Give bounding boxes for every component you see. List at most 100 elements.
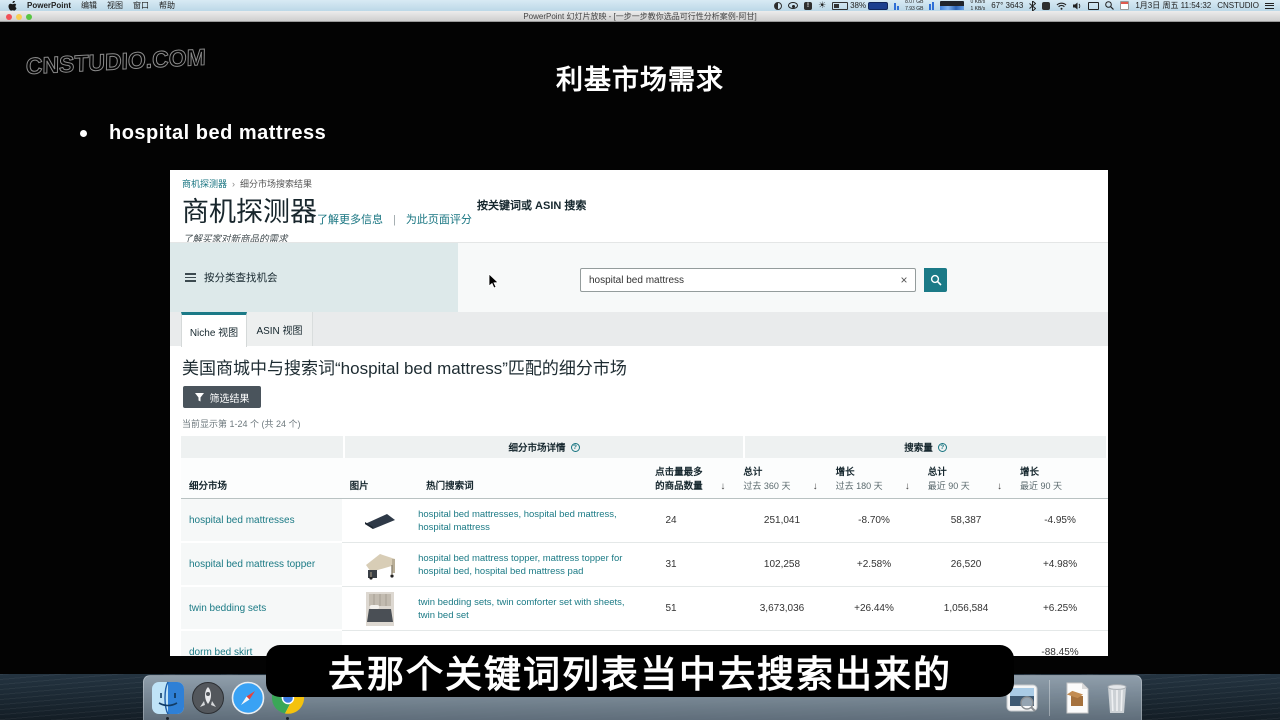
- eye-status-icon[interactable]: [788, 2, 798, 9]
- menu-app-name[interactable]: PowerPoint: [27, 1, 71, 10]
- weather-status[interactable]: 67° 3643: [991, 1, 1023, 10]
- window-title: PowerPoint 幻灯片放映 - [一步一步教你选品可行性分析案例-阿甘]: [523, 11, 756, 22]
- opportunity-explorer-screenshot: 商机探测器›细分市场搜索结果 商机探测器 了解更多信息|为此页面评分 了解买家对…: [170, 170, 1108, 656]
- breadcrumb-current: 细分市场搜索结果: [240, 179, 312, 189]
- rate-page-link[interactable]: 为此页面评分: [406, 214, 472, 226]
- memory-status[interactable]: 8.07 GB 7.93 GB: [905, 0, 923, 12]
- video-caption-bar: 去那个关键词列表当中去搜索出来的: [266, 645, 1014, 697]
- bluetooth-icon[interactable]: [1029, 1, 1036, 11]
- launchpad-dock-icon[interactable]: [191, 681, 225, 715]
- table-row: hospital bed mattress topper hospital be…: [181, 543, 1108, 587]
- volume-icon[interactable]: [1073, 2, 1082, 10]
- sort-arrow-icon[interactable]: ↓: [905, 481, 910, 492]
- breadcrumb-separator: ›: [232, 179, 235, 189]
- product-image-twin-bed: [342, 587, 418, 631]
- niche-link[interactable]: hospital bed mattresses: [189, 515, 295, 526]
- battery-status[interactable]: 38%: [832, 1, 888, 10]
- warning-status-icon[interactable]: !: [804, 2, 812, 10]
- cpu-meter-icon[interactable]: [894, 2, 899, 10]
- trash-dock-icon[interactable]: [1100, 681, 1134, 715]
- info-icon[interactable]: ?: [571, 443, 580, 452]
- niche-link[interactable]: twin bedding sets: [189, 603, 266, 614]
- input-source-icon[interactable]: [1042, 2, 1050, 10]
- cpu-bar-icon: [868, 2, 888, 10]
- menu-account[interactable]: CNSTUDIO: [1217, 1, 1259, 10]
- bullet-dot: [80, 130, 87, 137]
- slide-bullet-row: hospital bed mattress: [80, 122, 326, 145]
- col-header-top-clicked[interactable]: 点击量最多的商品数量 ↓: [647, 458, 735, 498]
- col-header-growth-90[interactable]: 增长最近 90 天: [1012, 458, 1108, 498]
- niche-results-table: 细分市场详情 ? 搜索量 ? 细分市场 图片 热门搜索词 点击量最多的商品数量 …: [181, 436, 1108, 656]
- table-group-header-row: 细分市场详情 ? 搜索量 ?: [181, 436, 1108, 458]
- search-button[interactable]: [924, 268, 947, 292]
- keywords-link[interactable]: hospital bed mattresses, hospital bed ma…: [418, 508, 635, 534]
- notification-center-icon[interactable]: [1265, 1, 1274, 10]
- brightness-icon[interactable]: ☀: [818, 0, 826, 11]
- mouse-cursor: [488, 274, 499, 289]
- growth-90-value: -88.45%: [1012, 631, 1108, 656]
- filter-results-button[interactable]: 筛选结果: [183, 386, 261, 408]
- product-image-hospital-bed: [342, 543, 418, 587]
- table-row: twin bedding sets twin bedding sets, twi…: [181, 587, 1108, 631]
- top-clicked-value: 24: [647, 499, 736, 543]
- page-title-links: 了解更多信息|为此页面评分: [317, 211, 472, 227]
- keywords-link[interactable]: twin bedding sets, twin comforter set wi…: [418, 596, 635, 622]
- sort-arrow-icon[interactable]: ↓: [997, 481, 1002, 492]
- keywords-link[interactable]: hospital bed mattress topper, mattress t…: [418, 552, 635, 578]
- network-speed[interactable]: 0 KB/s 1 KB/s: [970, 0, 985, 12]
- document-dock-icon[interactable]: [1060, 681, 1094, 715]
- col-header-image: 图片: [342, 458, 419, 498]
- sort-arrow-icon[interactable]: ↓: [813, 481, 818, 492]
- zoom-window-button[interactable]: [26, 14, 32, 20]
- network-graph-icon[interactable]: [940, 1, 964, 10]
- tab-asin-view[interactable]: ASIN 视图: [247, 312, 313, 346]
- col-header-total-360[interactable]: 总计过去 360 天 ↓: [735, 458, 827, 498]
- growth-90-value: +4.98%: [1012, 543, 1108, 587]
- col-header-total-90[interactable]: 总计最近 90 天 ↓: [920, 458, 1012, 498]
- col-header-growth-180[interactable]: 增长过去 180 天 ↓: [828, 458, 920, 498]
- minimize-window-button[interactable]: [16, 14, 22, 20]
- browse-label: 按分类查找机会: [204, 270, 278, 285]
- slide-canvas: CNSTUDIO.COM 利基市场需求 hospital bed mattres…: [0, 22, 1280, 674]
- growth-180-value: +26.44%: [828, 587, 920, 631]
- tab-niche-view[interactable]: Niche 视图: [181, 312, 247, 347]
- clear-search-icon[interactable]: ×: [896, 271, 912, 289]
- disk-meter-icon[interactable]: [929, 2, 934, 10]
- growth-180-value: +2.58%: [828, 543, 920, 587]
- battery-percent: 38%: [850, 1, 866, 10]
- wifi-icon[interactable]: [1056, 2, 1067, 10]
- niche-link[interactable]: hospital bed mattress topper: [189, 559, 315, 570]
- col-header-keywords: 热门搜索词: [418, 458, 647, 498]
- total-360-value: 251,041: [736, 499, 828, 543]
- browse-categories-button[interactable]: 按分类查找机会: [170, 243, 458, 312]
- dock-divider: [1049, 680, 1050, 716]
- spotlight-icon[interactable]: [1105, 1, 1114, 10]
- finder-dock-icon[interactable]: [151, 681, 185, 715]
- total-360-value: 3,673,036: [736, 587, 828, 631]
- calendar-icon[interactable]: [1120, 1, 1129, 10]
- menu-window[interactable]: 窗口: [133, 0, 149, 11]
- table-column-header-row: 细分市场 图片 热门搜索词 点击量最多的商品数量 ↓ 总计过去 360 天 ↓ …: [181, 458, 1108, 499]
- sort-arrow-icon[interactable]: ↓: [720, 481, 725, 492]
- niche-link[interactable]: dorm bed skirt: [189, 647, 252, 657]
- top-clicked-value: 31: [647, 543, 736, 587]
- caption-text: 去那个关键词列表当中去搜索出来的: [328, 644, 952, 698]
- learn-more-link[interactable]: 了解更多信息: [317, 214, 383, 226]
- total-90-value: 58,387: [920, 499, 1012, 543]
- menu-view[interactable]: 视图: [107, 0, 123, 11]
- airplay-display-icon[interactable]: [1088, 2, 1099, 10]
- breadcrumb: 商机探测器 › 细分市场搜索结果: [182, 177, 312, 190]
- group-header-empty: [181, 436, 345, 458]
- menu-datetime[interactable]: 1月3日 周五 11:54:32: [1135, 0, 1211, 11]
- close-window-button[interactable]: [6, 14, 12, 20]
- apple-menu-icon[interactable]: [8, 1, 17, 11]
- half-circle-status-icon[interactable]: [774, 2, 782, 10]
- breadcrumb-root-link[interactable]: 商机探测器: [182, 179, 227, 189]
- info-icon[interactable]: ?: [938, 443, 947, 452]
- safari-dock-icon[interactable]: [231, 681, 265, 715]
- search-input[interactable]: [580, 268, 916, 292]
- menu-edit[interactable]: 编辑: [81, 0, 97, 11]
- product-image-mattress: [342, 499, 418, 543]
- menu-help[interactable]: 帮助: [159, 0, 175, 11]
- group-header-details: 细分市场详情 ?: [345, 436, 745, 458]
